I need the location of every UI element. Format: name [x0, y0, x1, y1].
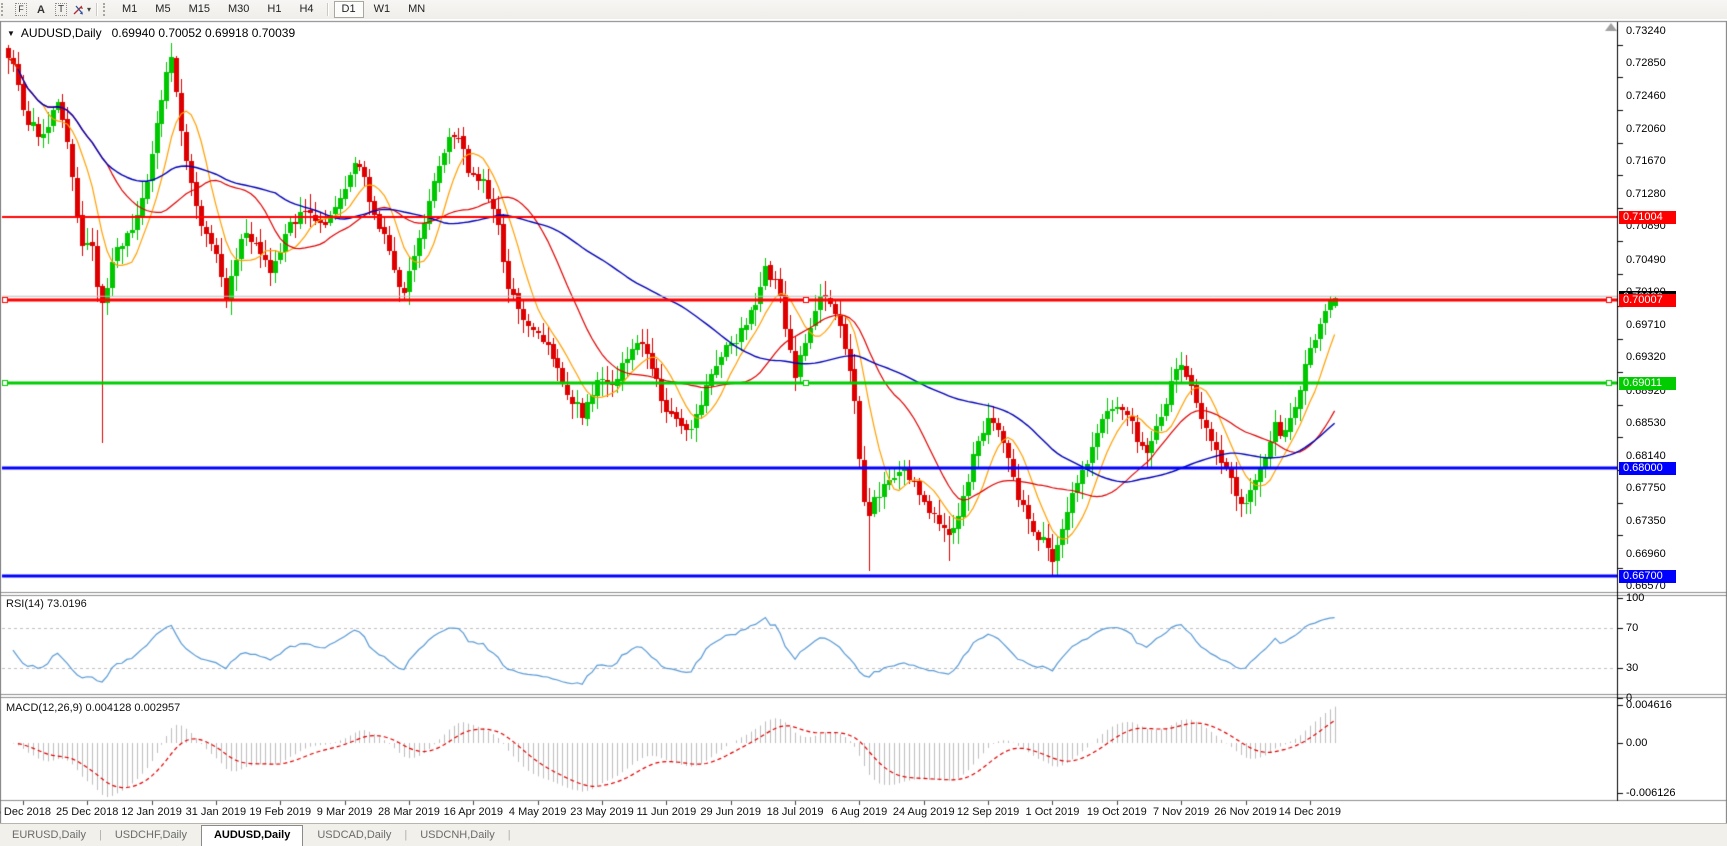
symbol-tabbar: EURUSD,Daily | USDCHF,Daily AUDUSD,Daily USD… — [0, 823, 1727, 846]
timeframe-button-H1[interactable]: H1 — [259, 1, 289, 18]
date-tick-label: 1 Oct 2019 — [1025, 806, 1080, 818]
price-tick-label: 0.72460 — [1626, 89, 1666, 102]
date-tick-label: 19 Oct 2019 — [1086, 806, 1147, 818]
date-tick-label: 24 Aug 2019 — [892, 806, 955, 818]
tab-separator: | — [507, 829, 511, 841]
arrows-dropdown-icon[interactable]: ▾ — [72, 2, 91, 17]
macd-scale-label: 0.004616 — [1626, 699, 1672, 712]
timeframe-button-M15[interactable]: M15 — [181, 1, 218, 18]
collapse-triangle-icon[interactable]: ▼ — [7, 29, 15, 38]
symbol-tab-USDCAD[interactable]: USDCAD,Daily — [305, 825, 403, 846]
date-tick-label: 6 Dec 2018 — [0, 806, 51, 818]
date-tick-label: 7 Nov 2019 — [1153, 806, 1210, 818]
macd-scale-label: -0.006126 — [1626, 787, 1676, 800]
symbol-tab-AUDUSD[interactable]: AUDUSD,Daily — [200, 825, 304, 846]
date-tick-label: 23 May 2019 — [570, 806, 634, 818]
grid-f-icon-glyph: F — [15, 3, 27, 16]
price-tick-label: 0.71280 — [1626, 187, 1666, 200]
timeframe-button-W1[interactable]: W1 — [366, 1, 399, 18]
price-tick-label: 0.68530 — [1626, 417, 1666, 429]
toolbar-grip-2[interactable] — [103, 3, 110, 16]
date-tick-label: 18 Jul 2019 — [766, 806, 824, 818]
date-tick-label: 9 Mar 2019 — [316, 806, 373, 818]
date-tick-label: 28 Mar 2019 — [378, 806, 440, 818]
text-box-t-icon[interactable]: T — [52, 2, 70, 17]
price-tick-label: 0.72850 — [1626, 57, 1666, 69]
hline-price-label: 0.68000 — [1619, 461, 1676, 475]
date-tick-label: 26 Nov 2019 — [1214, 806, 1277, 818]
price-tick-label: 0.67350 — [1626, 515, 1666, 528]
timeframe-button-MN[interactable]: MN — [400, 1, 433, 18]
toolbar-grip[interactable] — [1, 3, 8, 16]
date-tick-label: 29 Jun 2019 — [700, 806, 761, 818]
dropdown-caret-icon: ▾ — [87, 5, 92, 14]
macd-scale-label: 0.00 — [1626, 737, 1648, 749]
symbol-tab-USDCHF[interactable]: USDCHF,Daily — [103, 825, 199, 846]
date-tick-label: 31 Jan 2019 — [185, 806, 247, 818]
chart-ohlc-values: 0.69940 0.70052 0.69918 0.70039 — [111, 26, 296, 40]
rsi-pane-label: RSI(14) 73.0196 — [6, 598, 87, 610]
chart-symbol-label: AUDUSD,Daily — [20, 26, 102, 40]
price-tick-label: 0.67750 — [1626, 482, 1666, 494]
timeframe-button-M1[interactable]: M1 — [114, 1, 145, 18]
chart-toolbar: F A T ▾ M1 M5 M15 M30 H1 H4 D1 W1 MN — [0, 0, 1727, 20]
price-tick-label: 0.68140 — [1626, 449, 1666, 462]
hline-price-label: 0.66700 — [1619, 570, 1676, 583]
macd-pane-label: MACD(12,26,9) 0.004128 0.002957 — [6, 702, 181, 714]
price-tick-label: 0.66960 — [1626, 547, 1666, 560]
text-box-t-icon-glyph: T — [54, 3, 68, 16]
price-chart-canvas[interactable] — [0, 19, 1727, 824]
symbol-tab-EURUSD[interactable]: EURUSD,Daily — [0, 825, 98, 846]
timeframe-group: M1 M5 M15 M30 H1 H4 D1 W1 MN — [113, 1, 434, 18]
price-tick-label: 0.72060 — [1626, 122, 1666, 135]
hline-price-label: 0.70007 — [1619, 294, 1676, 308]
text-label-a-icon[interactable]: A — [32, 2, 50, 17]
price-tick-label: 0.71670 — [1626, 155, 1666, 168]
date-tick-label: 12 Jan 2019 — [121, 806, 182, 818]
hline-price-label: 0.69011 — [1619, 377, 1676, 391]
arrows-icon — [73, 5, 83, 14]
toolbar-separator — [96, 3, 99, 16]
date-tick-label: 16 Apr 2019 — [443, 806, 503, 818]
date-tick-label: 11 Jun 2019 — [636, 806, 697, 818]
date-tick-label: 25 Dec 2018 — [55, 806, 119, 818]
price-tick-label: 0.69710 — [1626, 318, 1666, 331]
date-tick-label: 19 Feb 2019 — [249, 806, 312, 818]
rsi-scale-label: 70 — [1626, 622, 1639, 634]
price-tick-label: 0.70490 — [1626, 253, 1666, 266]
grid-f-icon[interactable]: F — [12, 2, 30, 17]
rsi-scale-label: 30 — [1626, 662, 1639, 674]
timeframe-group-separator — [326, 3, 329, 16]
date-tick-label: 4 May 2019 — [508, 806, 567, 818]
chart-title: ▼ AUDUSD,Daily 0.69940 0.70052 0.69918 0… — [7, 26, 295, 40]
timeframe-button-M5[interactable]: M5 — [147, 1, 178, 18]
trading-platform-window: F A T ▾ M1 M5 M15 M30 H1 H4 D1 W1 MN ▼ AUDUSD,Da… — [0, 0, 1727, 846]
chart-window: ▼ AUDUSD,Daily 0.69940 0.70052 0.69918 0… — [0, 19, 1727, 824]
symbol-tab-USDCNH[interactable]: USDCNH,Daily — [408, 825, 507, 846]
hline-price-label: 0.71004 — [1619, 211, 1676, 225]
date-tick-label: 14 Dec 2019 — [1278, 806, 1342, 818]
timeframe-button-H4[interactable]: H4 — [291, 1, 321, 18]
price-tick-label: 0.73240 — [1626, 24, 1666, 37]
price-tick-label: 0.69320 — [1626, 351, 1666, 364]
date-tick-label: 6 Aug 2019 — [831, 806, 888, 818]
timeframe-button-D1[interactable]: D1 — [333, 1, 364, 18]
timeframe-button-M30[interactable]: M30 — [220, 1, 257, 18]
date-tick-label: 12 Sep 2019 — [956, 806, 1020, 818]
rsi-scale-label: 100 — [1626, 592, 1645, 604]
